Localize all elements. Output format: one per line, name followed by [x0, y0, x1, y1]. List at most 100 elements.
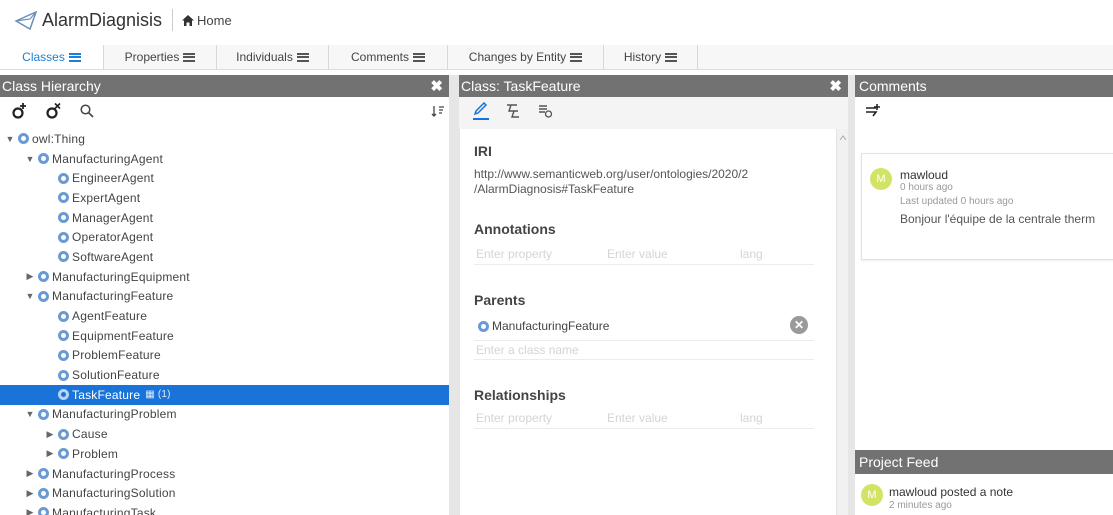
- scroll-up-icon[interactable]: [837, 133, 849, 143]
- comment-author[interactable]: mawloud: [900, 168, 948, 182]
- app-title[interactable]: AlarmDiagnisis: [42, 10, 162, 31]
- splitter-right[interactable]: [848, 75, 855, 515]
- tab-changes-by-entity[interactable]: Changes by Entity: [448, 45, 604, 69]
- add-subclass-icon[interactable]: [12, 102, 28, 120]
- comment-count-badge[interactable]: ▦ (1): [145, 389, 170, 400]
- tree-item-engineeragent[interactable]: EngineerAgent: [0, 168, 449, 188]
- close-icon[interactable]: ✖: [829, 77, 842, 95]
- expand-arrow-icon[interactable]: ▶: [24, 271, 36, 282]
- project-feed-title: Project Feed: [855, 450, 1113, 474]
- collapse-arrow-icon[interactable]: ▼: [24, 409, 36, 419]
- class-icon: [18, 133, 29, 145]
- menu-icon[interactable]: [183, 52, 196, 62]
- tree-item-expertagent[interactable]: ExpertAgent: [0, 188, 449, 208]
- collapse-arrow-icon[interactable]: ▼: [24, 154, 36, 164]
- sort-icon[interactable]: [431, 105, 445, 117]
- tab-label: Classes: [22, 50, 65, 64]
- expand-arrow-icon[interactable]: ▶: [44, 429, 56, 440]
- tree-item-manufacturingagent[interactable]: ▼ ManufacturingAgent: [0, 149, 449, 169]
- collapse-arrow-icon[interactable]: ▼: [24, 291, 36, 301]
- tree-item-manufacturingprocess[interactable]: ▶ ManufacturingProcess: [0, 464, 449, 484]
- feed-entry[interactable]: mawloud posted a note: [889, 485, 1013, 499]
- relationship-value-input[interactable]: Enter value: [607, 411, 668, 425]
- tree-item-problem[interactable]: ▶ Problem: [0, 444, 449, 464]
- collapse-arrow-icon[interactable]: ▼: [4, 134, 16, 144]
- iri-line: /AlarmDiagnosis#TaskFeature: [474, 182, 635, 196]
- tree-item-manufacturingfeature[interactable]: ▼ ManufacturingFeature: [0, 287, 449, 307]
- tree-item-manufacturingsolution[interactable]: ▶ ManufacturingSolution: [0, 483, 449, 503]
- comment-body: Bonjour l'équipe de la centrale therm: [900, 212, 1096, 226]
- iri-value[interactable]: http://www.semanticweb.org/user/ontologi…: [474, 167, 814, 197]
- parent-class-row[interactable]: ManufacturingFeature ✕: [478, 315, 808, 337]
- menu-icon[interactable]: [296, 52, 309, 62]
- tab-bar: Classes Properties Individuals Comments …: [0, 45, 1113, 70]
- tree-item-manufacturingequipment[interactable]: ▶ ManufacturingEquipment: [0, 267, 449, 287]
- expand-arrow-icon[interactable]: ▶: [24, 507, 36, 515]
- tab-label: Individuals: [236, 50, 293, 64]
- class-name-input[interactable]: Enter a class name: [476, 343, 579, 357]
- home-link[interactable]: Home: [181, 13, 232, 28]
- relationship-lang-input[interactable]: lang: [740, 411, 763, 425]
- menu-icon[interactable]: [68, 52, 81, 62]
- tree-item-manageragent[interactable]: ManagerAgent: [0, 208, 449, 228]
- class-icon: [58, 389, 69, 401]
- parent-input-row[interactable]: Enter a class name: [474, 340, 814, 360]
- hierarchy-view-icon[interactable]: [505, 103, 521, 119]
- tab-individuals[interactable]: Individuals: [217, 45, 329, 69]
- relationship-property-input[interactable]: Enter property: [476, 411, 552, 425]
- tree-item-label: ManufacturingSolution: [52, 486, 176, 501]
- search-icon[interactable]: [80, 104, 94, 118]
- relationships-heading: Relationships: [474, 387, 566, 403]
- tree-item-label: Problem: [72, 446, 119, 461]
- menu-icon[interactable]: [570, 52, 583, 62]
- delete-class-icon[interactable]: [46, 102, 62, 120]
- class-detail-content: IRI http://www.semanticweb.org/user/onto…: [459, 129, 836, 515]
- tree-item-equipmentfeature[interactable]: EquipmentFeature: [0, 326, 449, 346]
- tree-item-manufacturingtask[interactable]: ▶ ManufacturingTask: [0, 503, 449, 515]
- add-comment-icon[interactable]: [865, 103, 883, 119]
- annotation-editor-row[interactable]: Enter property Enter value lang: [474, 245, 814, 265]
- tree-item-label: TaskFeature: [72, 387, 141, 402]
- tab-history[interactable]: History: [604, 45, 698, 69]
- expand-arrow-icon[interactable]: ▶: [24, 468, 36, 479]
- comment-count: (1): [157, 389, 171, 401]
- expand-arrow-icon[interactable]: ▶: [44, 448, 56, 459]
- menu-icon[interactable]: [413, 52, 425, 62]
- annotation-property-input[interactable]: Enter property: [476, 247, 552, 261]
- close-icon[interactable]: ✖: [430, 77, 443, 95]
- tree-item-manufacturingproblem[interactable]: ▼ ManufacturingProblem: [0, 405, 449, 425]
- annotation-lang-input[interactable]: lang: [740, 247, 763, 261]
- tree-item-label: OperatorAgent: [72, 230, 154, 245]
- list-view-icon[interactable]: [537, 103, 553, 119]
- comment-card[interactable]: M mawloud 0 hours ago Last updated 0 hou…: [861, 153, 1113, 260]
- feed-time: 2 minutes ago: [889, 500, 952, 511]
- class-icon: [58, 192, 69, 204]
- remove-parent-button[interactable]: ✕: [790, 316, 808, 334]
- class-icon: [58, 310, 69, 322]
- tab-label: Changes by Entity: [468, 50, 567, 64]
- scrollbar[interactable]: [836, 129, 848, 515]
- relationship-editor-row[interactable]: Enter property Enter value lang: [474, 409, 814, 429]
- tree-item-label: Cause: [72, 427, 108, 442]
- annotation-value-input[interactable]: Enter value: [607, 247, 668, 261]
- tab-classes[interactable]: Classes: [0, 45, 104, 69]
- class-icon: [38, 487, 49, 499]
- hierarchy-toolbar: [0, 97, 449, 125]
- expand-arrow-icon[interactable]: ▶: [24, 488, 36, 499]
- tree-item-agentfeature[interactable]: AgentFeature: [0, 306, 449, 326]
- menu-icon[interactable]: [665, 52, 678, 62]
- tree-item-problemfeature[interactable]: ProblemFeature: [0, 346, 449, 366]
- class-icon: [58, 231, 69, 243]
- edit-icon[interactable]: [473, 102, 489, 120]
- class-icon: [38, 153, 49, 165]
- tab-properties[interactable]: Properties: [104, 45, 217, 69]
- tree-item-cause[interactable]: ▶ Cause: [0, 424, 449, 444]
- tree-item-label: SolutionFeature: [72, 368, 160, 383]
- tree-item-operatoragent[interactable]: OperatorAgent: [0, 227, 449, 247]
- tab-comments[interactable]: Comments: [329, 45, 448, 69]
- tree-item-owl-thing[interactable]: ▼ owl:Thing: [0, 129, 449, 149]
- tree-item-solutionfeature[interactable]: SolutionFeature: [0, 365, 449, 385]
- tree-item-taskfeature[interactable]: TaskFeature ▦ (1): [0, 384, 449, 405]
- splitter-left[interactable]: [449, 75, 459, 515]
- tree-item-softwareagent[interactable]: SoftwareAgent: [0, 247, 449, 267]
